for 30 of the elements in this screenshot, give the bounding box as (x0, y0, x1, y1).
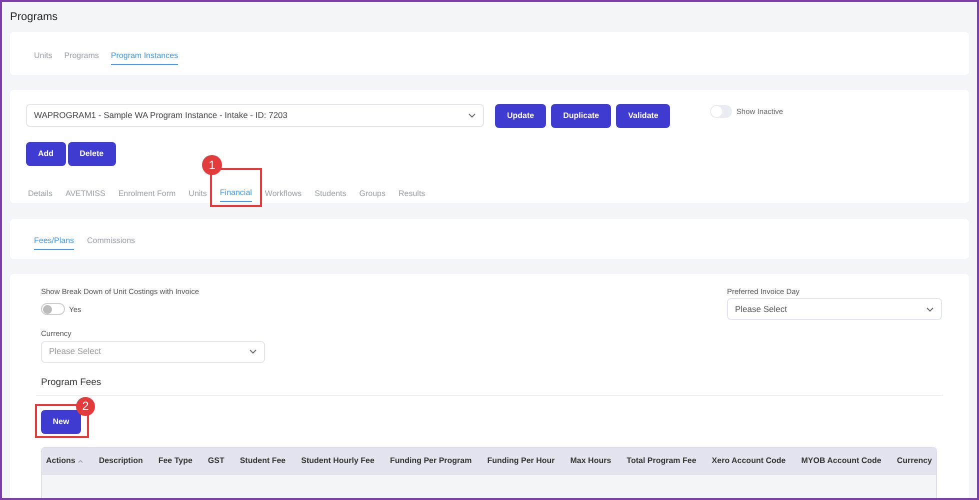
column-header[interactable]: Fee Type (158, 455, 192, 468)
invoice-day-select[interactable]: Please Select (727, 298, 942, 320)
column-header[interactable]: Currency (896, 455, 932, 468)
action-button[interactable]: Validate (616, 104, 670, 128)
column-header[interactable]: Total Program Fee (626, 455, 696, 468)
column-header[interactable]: GST (208, 455, 224, 468)
column-header[interactable]: Funding Per Hour (487, 455, 555, 468)
column-header[interactable]: Funding Per Program (390, 455, 472, 468)
new-button[interactable]: New (41, 410, 81, 434)
action-button[interactable]: Add (26, 142, 66, 166)
action-button[interactable]: Delete (68, 142, 116, 166)
column-header[interactable]: Student Hourly Fee (301, 455, 374, 468)
column-header[interactable]: Description (98, 455, 143, 468)
page-title: Programs (10, 10, 58, 25)
toggle-switch[interactable] (41, 303, 65, 316)
column-header[interactable]: MYOB Account Code (801, 455, 882, 468)
instance-select[interactable]: WAPROGRAM1 - Sample WA Program Instance - Intake - ID: 7203 (26, 104, 484, 127)
column-header[interactable]: Xero Account Code (712, 455, 786, 468)
step-badge: 1 (202, 155, 222, 175)
column-header[interactable]: Student Fee (240, 455, 286, 468)
chevron-down-icon (926, 306, 934, 312)
chevron-down-icon (249, 349, 257, 354)
action-button[interactable]: Duplicate (551, 104, 612, 128)
column-header[interactable]: Max Hours (570, 455, 612, 468)
section-heading: Program Fees (41, 376, 102, 390)
step-badge: 2 (76, 396, 95, 416)
column-header[interactable]: Actions (46, 455, 84, 468)
sort-icon (78, 460, 84, 463)
action-button[interactable]: Update (495, 104, 546, 128)
chevron-down-icon (468, 113, 476, 118)
